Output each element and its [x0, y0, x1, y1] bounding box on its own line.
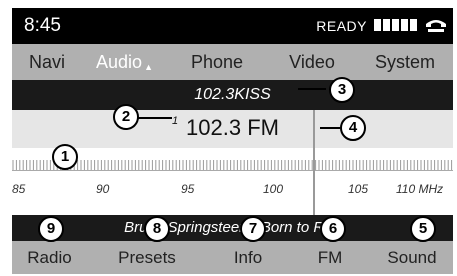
leader-line	[320, 127, 340, 129]
status-ready-text: READY	[316, 18, 367, 34]
menu-item-phone[interactable]: Phone	[167, 44, 267, 80]
scale-label: 90	[96, 182, 110, 196]
leader-line	[136, 117, 172, 119]
signal-strength-icon	[374, 19, 417, 31]
callout-4: 4	[340, 115, 366, 141]
scale-label: 100	[263, 182, 284, 196]
bottom-item-sound[interactable]: Sound	[371, 241, 453, 274]
station-name: 102.3KISS	[194, 86, 271, 103]
menu-item-navi[interactable]: Navi	[12, 44, 82, 80]
frequency-scale[interactable]: 85 90 95 100 105 110 MHz	[12, 148, 453, 215]
phone-handset-icon	[426, 20, 446, 32]
callout-9: 9	[38, 216, 64, 242]
callout-5: 5	[410, 216, 436, 242]
bottom-item-label: FM	[317, 248, 343, 267]
callout-6: 6	[320, 216, 346, 242]
menu-item-audio[interactable]: Audio ▲	[82, 44, 167, 80]
bottom-item-label: Radio	[27, 248, 72, 267]
callout-1: 1	[52, 144, 78, 170]
now-playing-bar: Bruce Springsteen - Born to Run	[12, 215, 453, 241]
callout-2: 2	[113, 104, 139, 130]
scale-label: 105	[348, 182, 369, 196]
menu-item-video[interactable]: Video	[267, 44, 357, 80]
bottom-item-presets[interactable]: Presets	[87, 241, 207, 274]
menu-item-label: Navi	[28, 52, 65, 72]
main-menu: Navi Audio ▲ Phone Video System	[12, 44, 453, 80]
radio-screen: 8:45 READY Navi Audio ▲ Phone Video Syste…	[12, 8, 453, 274]
leader-line	[298, 88, 326, 90]
menu-item-label: Video	[289, 52, 335, 72]
menu-item-label: System	[374, 52, 435, 72]
callout-8: 8	[144, 216, 170, 242]
bottom-item-label: Presets	[118, 248, 176, 267]
bottom-item-radio[interactable]: Radio	[12, 241, 87, 274]
bottom-item-info[interactable]: Info	[207, 241, 289, 274]
status-bar: 8:45 READY	[12, 8, 453, 44]
active-marker-icon: ▲	[144, 62, 153, 72]
station-name-bar: 102.3KISS	[12, 80, 453, 110]
scale-ticks	[12, 160, 453, 170]
scale-label: 85	[12, 182, 26, 196]
callout-7: 7	[240, 216, 266, 242]
scale-baseline	[12, 170, 453, 171]
frequency-display: 102.3 FM	[186, 115, 279, 140]
menu-item-label: Phone	[190, 52, 244, 72]
bottom-item-label: Sound	[387, 248, 437, 267]
frequency-area: 1 102.3 FM	[12, 110, 453, 148]
scale-label: 110 MHz	[396, 182, 444, 196]
bottom-item-fm[interactable]: FM	[289, 241, 371, 274]
clock: 8:45	[24, 15, 61, 36]
menu-item-system[interactable]: System	[357, 44, 453, 80]
bottom-item-label: Info	[233, 248, 263, 267]
callout-3: 3	[329, 77, 355, 103]
now-playing-text: Bruce Springsteen - Born to Run	[124, 219, 341, 236]
scale-label: 95	[181, 182, 195, 196]
bottom-menu: Radio Presets Info FM Sound	[12, 241, 453, 274]
menu-item-label: Audio	[96, 52, 143, 72]
tuning-needle	[313, 110, 315, 216]
